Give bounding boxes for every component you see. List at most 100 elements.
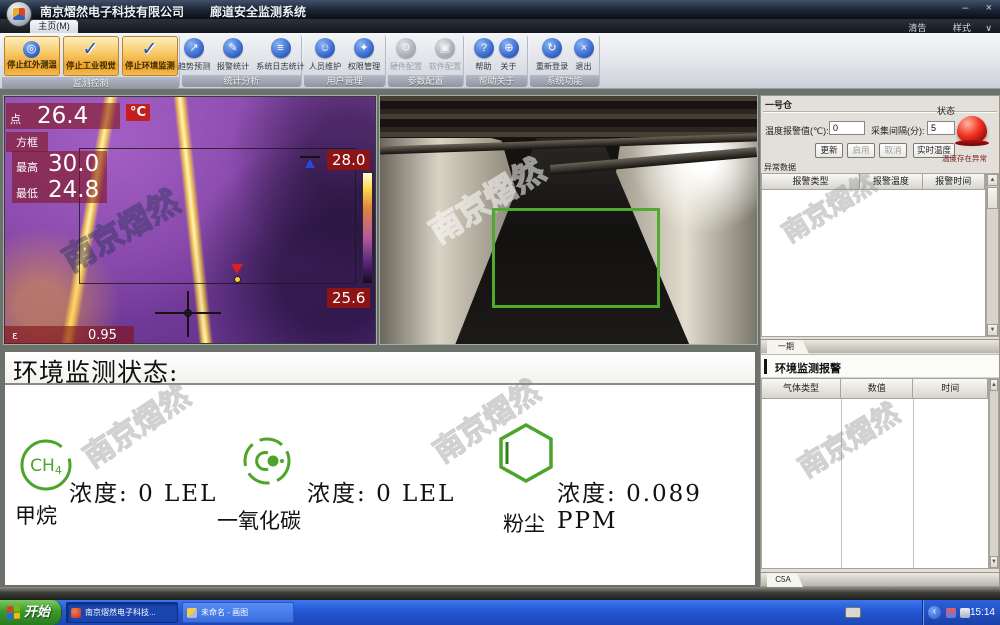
globe-icon: ⊕ [499, 38, 519, 58]
status-label: 状态 [937, 104, 955, 117]
start-button[interactable]: 开始 [0, 600, 62, 625]
abnormal-data-label: 异常数据 [764, 162, 796, 173]
menu-bar [0, 19, 1000, 33]
ribbon-group-monitor-control: ◎ 停止红外测温 ✓ 停止工业视觉 ✓ 停止环境监测 监测控制 [2, 35, 180, 87]
group-label-help-about: 帮助关于 [466, 75, 527, 87]
env-col-time[interactable]: 时间 [913, 379, 988, 398]
scroll-up-icon[interactable]: ▲ [990, 379, 998, 391]
key-icon: ✦ [354, 38, 374, 58]
env-status-panel: 环境监测状态: 南京熠然 南京熠然 CH4 甲烷 浓度: 0 LEL 一氧化碳 … [3, 350, 757, 587]
pencil-icon: ✎ [223, 38, 243, 58]
crosshair-circle [184, 309, 192, 317]
gas-value-co: 浓度: 0 LEL [307, 474, 455, 508]
alarm-col-time[interactable]: 报警时间 [923, 174, 985, 189]
env-table-scrollbar[interactable]: ▲ ▼ [989, 378, 999, 569]
checkmark-icon: ✓ [142, 41, 158, 59]
minimize-button[interactable]: – [962, 2, 968, 14]
gear-icon: ⚙ [396, 38, 416, 58]
detection-box [492, 208, 660, 308]
syslog-stats-button[interactable]: ≡ 系统日志统计 [254, 38, 307, 72]
monitor-icon: ▣ [435, 38, 455, 58]
system-tray: ‹ 15:14 [922, 600, 1000, 625]
window-title: 南京熠然电子科技有限公司廊道安全监测系统 [40, 3, 306, 20]
dust-icon [497, 422, 555, 484]
about-button[interactable]: ⊕ 关于 [498, 38, 520, 72]
env-col-gas[interactable]: 气体类型 [762, 379, 841, 398]
window-bottom-edge [0, 587, 1000, 600]
alarm-col-type[interactable]: 报警类型 [762, 174, 860, 189]
close-button[interactable]: × [986, 2, 992, 14]
alarm-col-temp[interactable]: 报警温度 [860, 174, 922, 189]
stop-env-monitor-button[interactable]: ✓ 停止环境监测 [122, 36, 178, 76]
emissivity-readout: ε 0.95 [4, 326, 134, 345]
env-status-title: 环境监测状态: [13, 353, 178, 389]
help-button[interactable]: ? 帮助 [473, 38, 495, 72]
min-temp-readout: 最低 24.8 [12, 177, 107, 203]
tab-c5a[interactable]: C5A [767, 573, 803, 587]
scroll-down-icon[interactable]: ▼ [990, 556, 998, 568]
ribbon-group-help-about: ? 帮助 ⊕ 关于 帮助关于 [466, 35, 528, 87]
tab-home[interactable]: 主页(M) [30, 20, 78, 33]
app-logo-icon [6, 1, 32, 27]
menu-style[interactable]: 样式 ∨ [941, 23, 992, 33]
stop-vision-button[interactable]: ✓ 停止工业视觉 [63, 36, 119, 76]
windows-flag-icon [7, 606, 20, 620]
question-icon: ? [474, 38, 494, 58]
exit-button[interactable]: × 退出 [573, 38, 595, 72]
relogin-button[interactable]: ↻ 重新登录 [534, 38, 570, 72]
alarm-table-scrollbar[interactable]: ▲ ▼ [986, 173, 999, 337]
enable-button: 启用 [847, 143, 875, 158]
tray-icon-2[interactable] [960, 608, 970, 618]
svg-text:CH4: CH4 [30, 456, 62, 477]
language-bar-icon[interactable] [845, 607, 861, 618]
group-label-system: 系统功能 [530, 75, 599, 87]
scroll-thumb[interactable] [987, 187, 998, 209]
hardware-config-button: ⚙ 硬件配置 [388, 38, 424, 72]
divider [763, 111, 997, 113]
trend-arrow-icon: ↗ [184, 38, 204, 58]
ribbon-group-statistics: ↗ 趋势预测 ✎ 报警统计 ≡ 系统日志统计 统计分析 [182, 35, 302, 87]
person-icon: ☺ [315, 38, 335, 58]
taskbar-task-paint[interactable]: 未命名 - 画图 [182, 602, 294, 623]
checkmark-icon: ✓ [83, 41, 99, 59]
env-col-value[interactable]: 数值 [841, 379, 913, 398]
accent-bar [764, 359, 767, 374]
min-point-marker [305, 159, 315, 168]
point-temp-readout: 点 26.4 [6, 103, 120, 129]
scroll-down-icon[interactable]: ▼ [987, 324, 998, 336]
software-config-button: ▣ 软件配置 [427, 38, 463, 72]
gas-name-co: 一氧化碳 [217, 505, 301, 535]
infrared-target-icon: ◎ [23, 41, 40, 58]
max-point-dot [234, 276, 241, 283]
personnel-button[interactable]: ☺ 人员维护 [307, 38, 343, 72]
max-point-marker [231, 264, 243, 274]
measure-box [79, 148, 356, 284]
gas-name-dust: 粉尘 [503, 508, 545, 538]
ribbon: ◎ 停止红外测温 ✓ 停止工业视觉 ✓ 停止环境监测 监测控制 ↗ 趋势预测 [0, 33, 1000, 89]
app-task-icon [71, 608, 81, 618]
interval-input[interactable] [927, 121, 955, 135]
menu-clear[interactable]: 清告 [908, 23, 926, 33]
taskbar-task-app[interactable]: 南京熠然电子科技... [66, 602, 178, 623]
update-button[interactable]: 更新 [815, 143, 843, 158]
temp-alarm-input[interactable] [829, 121, 865, 135]
refresh-login-icon: ↻ [542, 38, 562, 58]
max-temp-readout: 最高 30.0 [12, 151, 107, 177]
scale-max-badge: 28.0 [327, 150, 370, 170]
tray-collapse-icon[interactable]: ‹ [928, 606, 941, 619]
alarm-stats-button[interactable]: ✎ 报警统计 [215, 38, 251, 72]
alarm-lamp-icon [957, 116, 987, 143]
env-alarm-header: 环境监测报警 [761, 354, 999, 378]
tray-icon-1[interactable] [946, 608, 956, 618]
thermal-color-scale [362, 172, 373, 284]
ribbon-group-system: ↻ 重新登录 × 退出 系统功能 [530, 35, 600, 87]
trend-predict-button[interactable]: ↗ 趋势预测 [176, 38, 212, 72]
env-alarm-table: 气体类型 数值 时间 南京熠然 [761, 378, 989, 569]
group-label-param-config: 参数配置 [388, 75, 463, 87]
permission-button[interactable]: ✦ 权限管理 [346, 38, 382, 72]
stop-infrared-button[interactable]: ◎ 停止红外测温 [4, 36, 60, 76]
ceiling-pipes [380, 96, 757, 138]
tab-phase-1[interactable]: 一期 [767, 340, 809, 354]
gas-name-methane: 甲烷 [15, 500, 57, 530]
scroll-up-icon[interactable]: ▲ [987, 174, 998, 186]
